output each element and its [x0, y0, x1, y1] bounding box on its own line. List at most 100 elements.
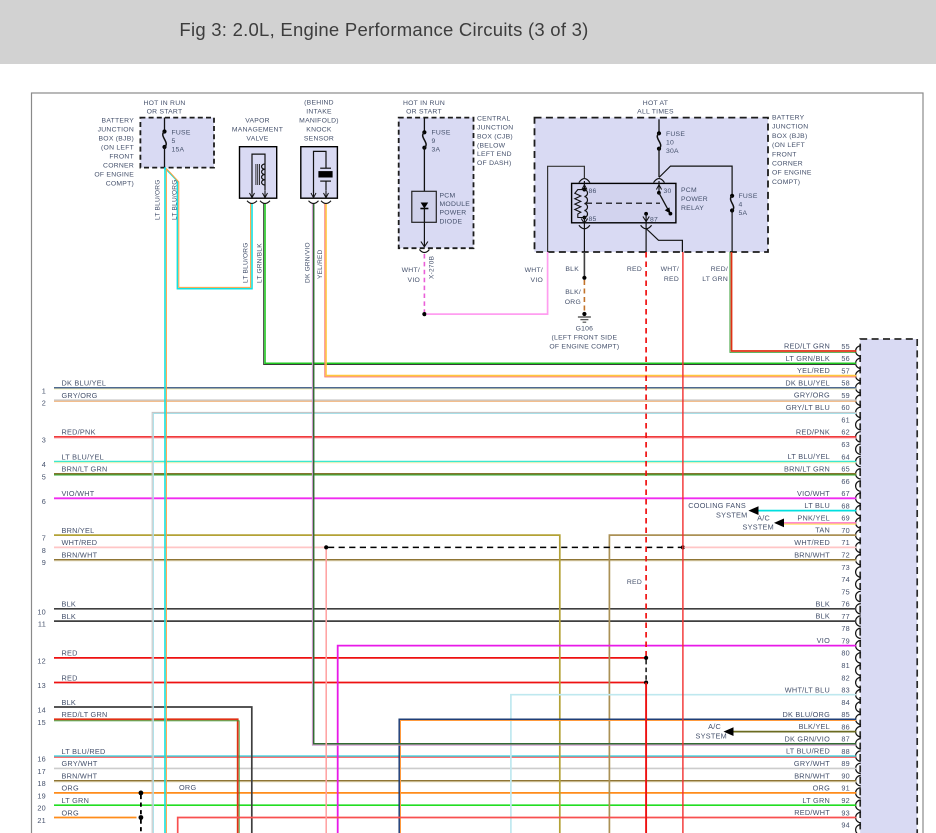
svg-text:BATTERY: BATTERY: [772, 115, 805, 122]
svg-text:BRN/LT GRN: BRN/LT GRN: [62, 465, 108, 474]
svg-text:10: 10: [666, 140, 674, 147]
svg-text:65: 65: [841, 465, 850, 474]
svg-text:82: 82: [841, 673, 850, 682]
svg-text:LT GRN: LT GRN: [702, 276, 728, 283]
svg-text:OR START: OR START: [406, 109, 442, 116]
svg-text:74: 74: [841, 575, 850, 584]
svg-text:DK GRN/VIO: DK GRN/VIO: [304, 242, 311, 283]
svg-text:86: 86: [841, 722, 850, 731]
svg-text:G106: G106: [576, 326, 594, 333]
svg-text:VIO: VIO: [817, 636, 830, 645]
svg-text:5A: 5A: [739, 210, 748, 217]
svg-text:ORG: ORG: [565, 299, 581, 306]
svg-text:93: 93: [841, 808, 850, 817]
svg-text:ORG: ORG: [62, 784, 79, 793]
svg-text:62: 62: [841, 428, 850, 437]
svg-text:GRY/LT BLU: GRY/LT BLU: [786, 403, 830, 412]
svg-text:57: 57: [841, 366, 850, 375]
svg-text:13: 13: [37, 681, 46, 690]
svg-text:3: 3: [42, 435, 46, 444]
svg-text:63: 63: [841, 440, 850, 449]
svg-text:FRONT: FRONT: [109, 154, 134, 161]
svg-text:JUNCTION: JUNCTION: [98, 127, 134, 134]
svg-text:14: 14: [37, 706, 46, 715]
svg-text:5: 5: [42, 472, 46, 481]
svg-text:19: 19: [37, 791, 46, 800]
svg-text:85: 85: [589, 216, 597, 223]
svg-text:PNK/YEL: PNK/YEL: [797, 514, 830, 523]
svg-text:A/C: A/C: [708, 722, 721, 731]
svg-text:12: 12: [37, 656, 46, 665]
svg-text:DK BLU/YEL: DK BLU/YEL: [62, 379, 107, 388]
svg-text:BOX (CJB): BOX (CJB): [477, 133, 513, 140]
svg-text:10: 10: [37, 607, 46, 616]
svg-text:BRN/YEL: BRN/YEL: [62, 526, 95, 535]
svg-text:POWER: POWER: [440, 210, 467, 217]
svg-text:BATTERY: BATTERY: [102, 118, 135, 125]
svg-text:FUSE: FUSE: [666, 131, 685, 138]
svg-text:BOX (BJB): BOX (BJB): [99, 136, 134, 143]
svg-text:LT BLU: LT BLU: [804, 501, 830, 510]
svg-text:68: 68: [841, 501, 850, 510]
svg-text:A/C: A/C: [757, 514, 770, 523]
svg-text:71: 71: [841, 538, 850, 547]
svg-text:LT GRN/BLK: LT GRN/BLK: [256, 243, 263, 283]
svg-text:YEL/RED: YEL/RED: [317, 249, 324, 279]
svg-text:80: 80: [841, 649, 850, 658]
svg-text:BRN/WHT: BRN/WHT: [794, 771, 830, 780]
svg-text:20: 20: [37, 804, 46, 813]
svg-text:VIO/WHT: VIO/WHT: [797, 489, 830, 498]
svg-text:RED/: RED/: [711, 266, 728, 273]
svg-text:VIO: VIO: [531, 277, 543, 284]
svg-text:6: 6: [42, 497, 46, 506]
svg-text:DIODE: DIODE: [440, 218, 463, 225]
svg-text:OF ENGINE: OF ENGINE: [772, 170, 812, 177]
svg-text:RED/PNK: RED/PNK: [796, 428, 830, 437]
svg-text:COOLING FANS: COOLING FANS: [688, 501, 746, 510]
svg-text:FUSE: FUSE: [432, 130, 451, 137]
svg-text:3A: 3A: [432, 147, 441, 154]
svg-text:1: 1: [42, 386, 46, 395]
svg-text:JUNCTION: JUNCTION: [477, 125, 513, 132]
svg-text:ALL TIMES: ALL TIMES: [637, 109, 674, 116]
svg-text:66: 66: [841, 477, 850, 486]
svg-text:9: 9: [432, 138, 436, 145]
svg-text:RED: RED: [627, 579, 642, 586]
svg-text:8: 8: [42, 546, 46, 555]
svg-text:72: 72: [841, 551, 850, 560]
svg-text:(ON LEFT: (ON LEFT: [772, 142, 805, 149]
svg-text:RED: RED: [627, 266, 642, 273]
svg-text:64: 64: [841, 452, 850, 461]
svg-text:56: 56: [841, 354, 850, 363]
svg-text:55: 55: [841, 342, 850, 351]
svg-text:76: 76: [841, 600, 850, 609]
svg-text:CORNER: CORNER: [103, 163, 134, 170]
svg-text:LT GRN/BLK: LT GRN/BLK: [786, 354, 830, 363]
svg-text:YEL/RED: YEL/RED: [797, 366, 830, 375]
svg-text:RED: RED: [664, 276, 679, 283]
svg-text:78: 78: [841, 624, 850, 633]
svg-text:92: 92: [841, 796, 850, 805]
svg-text:BOX (BJB): BOX (BJB): [772, 133, 807, 140]
svg-text:HOT IN RUN: HOT IN RUN: [403, 100, 445, 107]
svg-text:9: 9: [42, 558, 46, 567]
svg-text:LT BLU/ORG: LT BLU/ORG: [243, 242, 250, 283]
svg-text:88: 88: [841, 747, 850, 756]
svg-text:21: 21: [37, 816, 46, 825]
svg-text:4: 4: [42, 460, 46, 469]
svg-text:RELAY: RELAY: [681, 205, 704, 212]
svg-text:WHT/: WHT/: [525, 267, 543, 274]
svg-text:87: 87: [841, 735, 850, 744]
svg-text:BLK: BLK: [62, 612, 77, 621]
svg-text:5: 5: [172, 138, 176, 145]
svg-text:BLK: BLK: [565, 266, 579, 273]
svg-text:LT BLU/ORG: LT BLU/ORG: [155, 179, 162, 220]
svg-text:(ON LEFT: (ON LEFT: [101, 145, 134, 152]
svg-text:WHT/RED: WHT/RED: [794, 538, 830, 547]
svg-text:LT GRN: LT GRN: [62, 796, 90, 805]
svg-text:MANAGEMENT: MANAGEMENT: [232, 127, 283, 134]
svg-text:WHT/: WHT/: [661, 266, 679, 273]
svg-text:30: 30: [664, 188, 672, 195]
svg-text:HOT IN RUN: HOT IN RUN: [143, 100, 185, 107]
svg-text:WHT/RED: WHT/RED: [62, 538, 98, 547]
